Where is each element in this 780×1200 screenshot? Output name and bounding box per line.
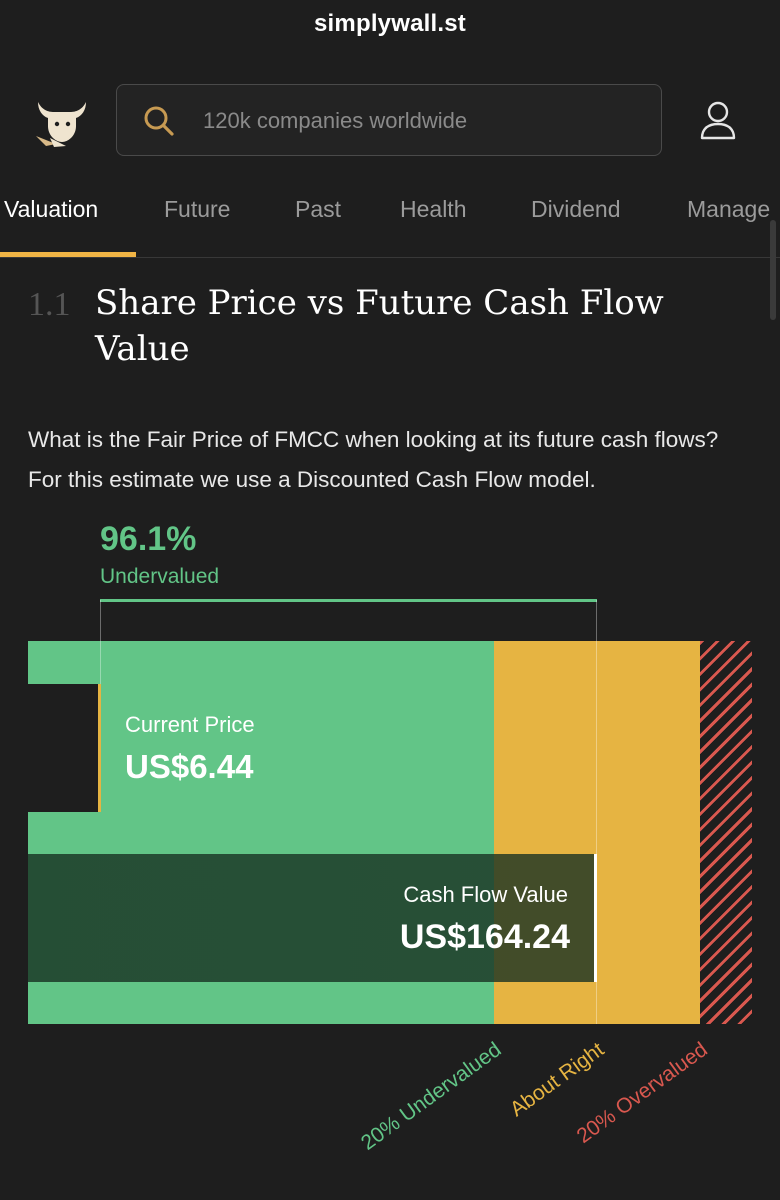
tab-management[interactable]: Manage [687, 196, 770, 223]
tab-dividend[interactable]: Dividend [531, 196, 621, 223]
active-tab-indicator [0, 252, 136, 257]
current-price-notch [28, 684, 100, 812]
tab-valuation[interactable]: Valuation [4, 196, 98, 223]
discount-bracket-line [100, 599, 597, 602]
tab-health[interactable]: Health [400, 196, 466, 223]
scrollbar[interactable] [770, 220, 776, 320]
user-icon[interactable] [696, 98, 740, 142]
tab-future[interactable]: Future [164, 196, 230, 223]
zone-label-undervalued: 20% Undervalued [356, 1038, 506, 1155]
search-placeholder: 120k companies worldwide [203, 108, 468, 133]
current-price-label: Current Price [125, 712, 255, 737]
section-title: Share Price vs Future Cash Flow Value [95, 283, 664, 369]
site-title: simplywall.st [314, 10, 466, 37]
tab-bar: Valuation Future Past Health Dividend Ma… [0, 178, 780, 258]
tab-divider [0, 257, 780, 258]
current-price-value: US$6.44 [125, 748, 254, 785]
zone-label-about-right: About Right [506, 1038, 609, 1122]
section-description: What is the Fair Price of FMCC when look… [28, 427, 719, 492]
cash-flow-value: US$164.24 [399, 918, 570, 956]
bull-logo-icon[interactable] [32, 92, 92, 148]
tab-past[interactable]: Past [295, 196, 341, 223]
current-price-guide-line [100, 600, 101, 684]
search-input[interactable]: 120k companies worldwide [116, 84, 662, 156]
undervalued-percentage: 96.1% [100, 520, 197, 558]
cash-flow-value-marker [594, 854, 597, 982]
search-icon [143, 105, 175, 137]
section-number: 1.1 [28, 286, 71, 323]
overvalued-zone [700, 641, 752, 1024]
undervalued-label: Undervalued [100, 565, 220, 588]
current-price-marker [98, 684, 101, 812]
cash-flow-value-label: Cash Flow Value [403, 882, 568, 907]
